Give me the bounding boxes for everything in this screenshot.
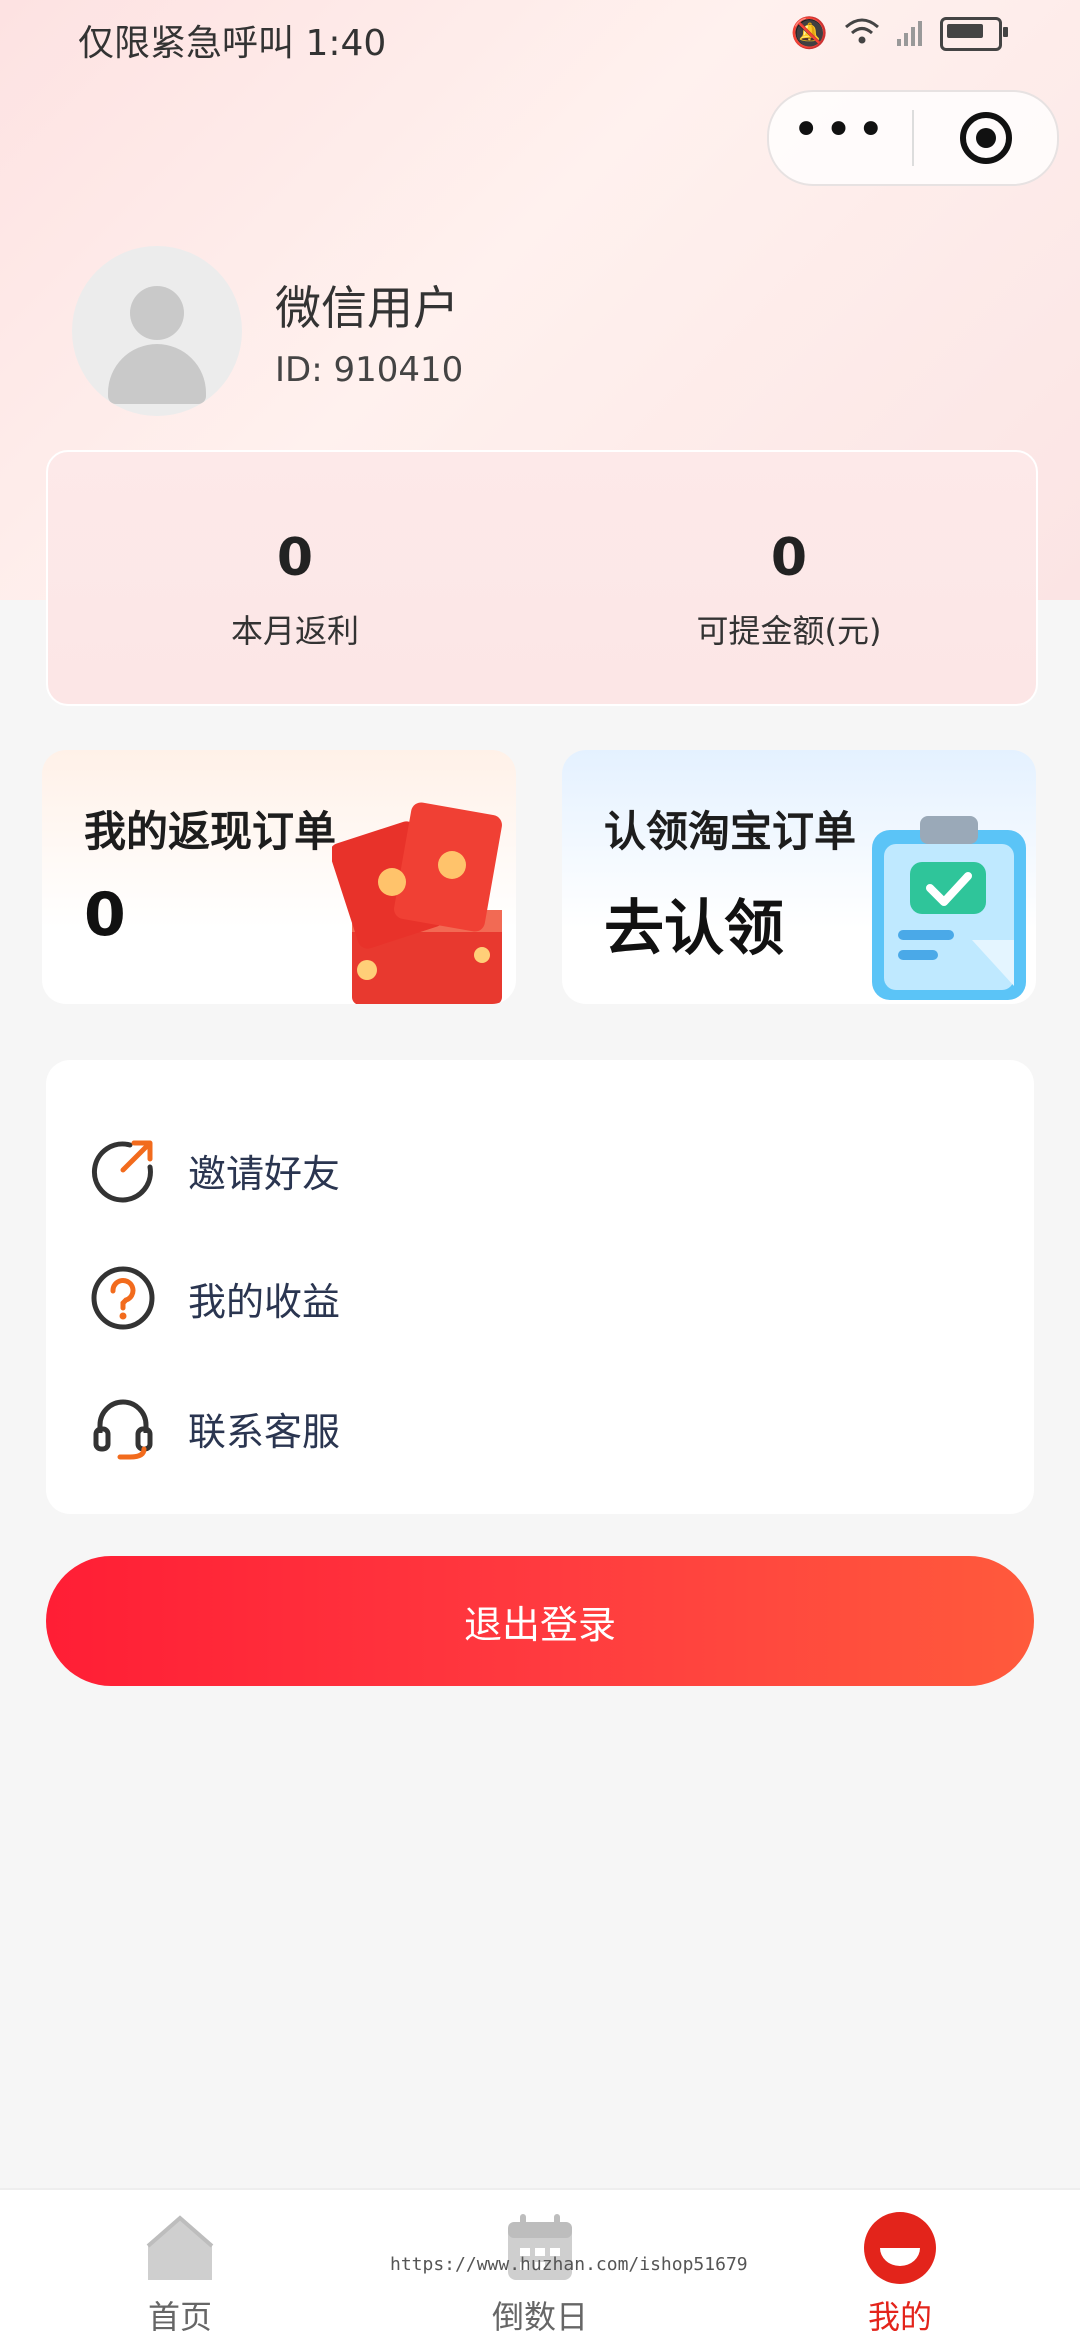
avatar-head-shape (130, 286, 184, 340)
tab-label: 倒数日 (491, 2298, 588, 2336)
stat-label: 可提金额(元) (696, 612, 882, 650)
menu-item-my-earnings[interactable]: 我的收益 (88, 1258, 340, 1338)
signal-icon (896, 17, 924, 51)
profile-icon (862, 2210, 938, 2286)
headset-icon (88, 1393, 158, 1463)
avatar[interactable] (72, 246, 242, 416)
battery-icon (940, 16, 1008, 51)
menu-item-invite-friends[interactable]: 邀请好友 (88, 1130, 340, 1210)
stat-value: 0 (770, 528, 808, 588)
logout-button[interactable]: 退出登录 (46, 1556, 1034, 1686)
tab-mine[interactable]: 我的 (720, 2190, 1080, 2342)
menu-item-label: 联系客服 (188, 1409, 341, 1454)
red-envelope-icon (332, 802, 502, 1004)
stats-card: 0 本月返利 0 可提金额(元) (46, 450, 1038, 706)
stat-withdrawable[interactable]: 0 可提金额(元) (542, 452, 1036, 704)
watermark-text: https://www.huzhan.com/ishop51679 (390, 2254, 748, 2275)
more-button[interactable]: ••• (769, 92, 912, 184)
stat-label: 本月返利 (230, 612, 359, 650)
claim-taobao-order-card[interactable]: 认领淘宝订单 去认领 (562, 750, 1036, 1004)
user-id: ID: 910410 (275, 350, 464, 390)
miniprogram-capsule: ••• (767, 90, 1059, 186)
status-bar: 仅限紧急呼叫 1:40 🔕 (0, 0, 1080, 72)
menu-card: 邀请好友 我的收益 联系客服 (46, 1060, 1034, 1514)
cashback-orders-count: 0 (84, 880, 126, 950)
wifi-icon (844, 17, 880, 51)
avatar-body-shape (108, 344, 206, 404)
stat-monthly-rebate[interactable]: 0 本月返利 (48, 452, 542, 704)
invite-icon (88, 1135, 158, 1205)
status-icons: 🔕 (790, 16, 1008, 51)
tab-label: 我的 (867, 2298, 932, 2336)
claim-taobao-order-title: 认领淘宝订单 (604, 807, 857, 856)
cashback-orders-title: 我的返现订单 (84, 807, 337, 856)
mute-bell-icon: 🔕 (790, 16, 828, 51)
question-icon (88, 1263, 158, 1333)
claim-taobao-order-cta: 去认领 (604, 894, 784, 964)
menu-item-label: 我的收益 (188, 1279, 341, 1324)
close-miniprogram-button[interactable] (914, 92, 1057, 184)
more-dots-icon: ••• (792, 102, 889, 158)
target-icon (959, 112, 1012, 164)
menu-item-customer-service[interactable]: 联系客服 (88, 1388, 340, 1468)
tab-home[interactable]: 首页 (0, 2190, 360, 2342)
stat-value: 0 (276, 528, 314, 588)
clipboard-check-icon (872, 816, 1026, 1000)
home-icon (142, 2210, 218, 2286)
status-text: 仅限紧急呼叫 1:40 (78, 23, 387, 64)
tab-label: 首页 (147, 2298, 212, 2336)
menu-item-label: 邀请好友 (188, 1151, 341, 1196)
user-name: 微信用户 (275, 281, 459, 335)
cashback-orders-card[interactable]: 我的返现订单 0 (42, 750, 516, 1004)
